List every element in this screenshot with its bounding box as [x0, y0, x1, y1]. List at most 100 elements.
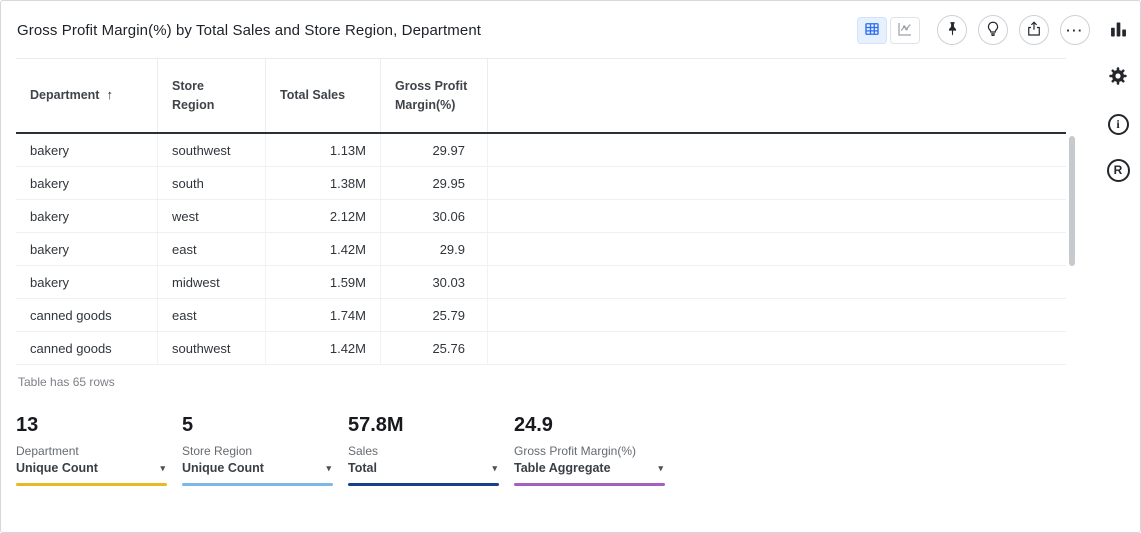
main-panel: Gross Profit Margin(%) by Total Sales an… [1, 1, 1098, 532]
color-bar [16, 483, 167, 486]
aggregation-label: Total [348, 461, 377, 475]
sort-asc-icon[interactable]: ↑ [106, 86, 113, 105]
aggregation-selector[interactable]: Unique Count ▾ [16, 461, 167, 475]
cell-filler [488, 299, 1066, 331]
cell-total-sales: 1.13M [266, 134, 381, 166]
liveboard-tile: Gross Profit Margin(%) by Total Sales an… [0, 0, 1141, 533]
chevron-down-icon: ▾ [326, 463, 331, 474]
aggregation-selector[interactable]: Table Aggregate ▾ [514, 461, 665, 475]
cell-department: bakery [16, 134, 158, 166]
cell-store-region: east [158, 233, 266, 265]
cell-store-region: southwest [158, 332, 266, 364]
summary-label: Sales [348, 444, 499, 458]
tile-header: Gross Profit Margin(%) by Total Sales an… [1, 1, 1098, 45]
cell-filler [488, 167, 1066, 199]
cell-total-sales: 1.74M [266, 299, 381, 331]
cell-gross-profit-margin: 30.03 [381, 266, 488, 298]
cell-department: bakery [16, 167, 158, 199]
cell-store-region: south [158, 167, 266, 199]
column-header-total-sales[interactable]: Total Sales [266, 59, 381, 132]
aggregation-selector[interactable]: Unique Count ▾ [182, 461, 333, 475]
lightbulb-icon [984, 20, 1002, 41]
cell-store-region: midwest [158, 266, 266, 298]
column-label: Store Region [172, 77, 222, 113]
scrollbar-thumb[interactable] [1069, 136, 1075, 266]
table-header-row: Department ↑ Store Region Total Sales Gr… [16, 58, 1066, 134]
summary-value: 57.8M [348, 414, 499, 437]
aggregation-label: Unique Count [182, 461, 264, 475]
summary-card-store-region: 5 Store Region Unique Count ▾ [182, 414, 333, 486]
cell-store-region: west [158, 200, 266, 232]
cell-total-sales: 2.12M [266, 200, 381, 232]
cell-store-region: east [158, 299, 266, 331]
more-options-button[interactable]: ··· [1060, 15, 1090, 45]
column-header-department[interactable]: Department ↑ [16, 59, 158, 132]
share-button[interactable] [1019, 15, 1049, 45]
table-row[interactable]: canned goods east 1.74M 25.79 [16, 299, 1066, 332]
summary-cards: 13 Department Unique Count ▾ 5 Store Reg… [16, 414, 1098, 486]
summary-label: Store Region [182, 444, 333, 458]
summary-value: 5 [182, 414, 333, 437]
column-header-store-region[interactable]: Store Region [158, 59, 266, 132]
cell-total-sales: 1.38M [266, 167, 381, 199]
cell-gross-profit-margin: 25.76 [381, 332, 488, 364]
summary-card-gross-profit-margin: 24.9 Gross Profit Margin(%) Table Aggreg… [514, 414, 665, 486]
cell-gross-profit-margin: 30.06 [381, 200, 488, 232]
aggregation-label: Unique Count [16, 461, 98, 475]
row-count-note: Table has 65 rows [18, 375, 1098, 389]
column-header-gross-profit-margin[interactable]: Gross Profit Margin(%) [381, 59, 488, 132]
cell-filler [488, 332, 1066, 364]
column-label: Gross Profit Margin(%) [395, 77, 469, 113]
table-view-button[interactable] [857, 17, 887, 44]
logo-button[interactable]: R [1105, 157, 1131, 183]
chart-view-button[interactable] [890, 17, 920, 44]
table-scrollbar[interactable] [1069, 136, 1075, 364]
table-grid-icon [863, 20, 881, 41]
cell-gross-profit-margin: 29.9 [381, 233, 488, 265]
toolbar: ··· [857, 15, 1090, 45]
settings-button[interactable] [1105, 65, 1131, 91]
info-button[interactable]: i [1105, 111, 1131, 137]
cell-department: canned goods [16, 332, 158, 364]
color-bar [348, 483, 499, 486]
cell-gross-profit-margin: 29.97 [381, 134, 488, 166]
page-title: Gross Profit Margin(%) by Total Sales an… [17, 22, 481, 39]
pin-icon [944, 20, 961, 40]
table-row[interactable]: bakery west 2.12M 30.06 [16, 200, 1066, 233]
summary-value: 13 [16, 414, 167, 437]
view-toggle [857, 17, 920, 44]
table-body: bakery southwest 1.13M 29.97 bakery sout… [16, 134, 1066, 365]
table-row[interactable]: bakery midwest 1.59M 30.03 [16, 266, 1066, 299]
cell-filler [488, 200, 1066, 232]
table-row[interactable]: canned goods southwest 1.42M 25.76 [16, 332, 1066, 365]
summary-label: Gross Profit Margin(%) [514, 444, 665, 458]
table-row[interactable]: bakery south 1.38M 29.95 [16, 167, 1066, 200]
cell-department: canned goods [16, 299, 158, 331]
chevron-down-icon: ▾ [160, 463, 165, 474]
info-icon: i [1108, 114, 1129, 135]
table-row[interactable]: bakery east 1.42M 29.9 [16, 233, 1066, 266]
chart-panel-button[interactable] [1105, 19, 1131, 45]
insights-button[interactable] [978, 15, 1008, 45]
right-rail: i R [1096, 1, 1140, 532]
cell-total-sales: 1.59M [266, 266, 381, 298]
cell-total-sales: 1.42M [266, 233, 381, 265]
cell-gross-profit-margin: 29.95 [381, 167, 488, 199]
summary-card-department: 13 Department Unique Count ▾ [16, 414, 167, 486]
bar-chart-icon [1108, 19, 1129, 45]
column-label: Total Sales [280, 86, 345, 104]
gear-icon [1107, 65, 1129, 92]
aggregation-selector[interactable]: Total ▾ [348, 461, 499, 475]
ellipsis-icon: ··· [1066, 24, 1084, 37]
column-label: Department [30, 86, 99, 104]
chevron-down-icon: ▾ [658, 463, 663, 474]
table-row[interactable]: bakery southwest 1.13M 29.97 [16, 134, 1066, 167]
cell-gross-profit-margin: 25.79 [381, 299, 488, 331]
pin-button[interactable] [937, 15, 967, 45]
share-icon [1025, 20, 1043, 41]
color-bar [182, 483, 333, 486]
summary-label: Department [16, 444, 167, 458]
r-logo-icon: R [1107, 159, 1130, 182]
summary-card-sales: 57.8M Sales Total ▾ [348, 414, 499, 486]
chevron-down-icon: ▾ [492, 463, 497, 474]
